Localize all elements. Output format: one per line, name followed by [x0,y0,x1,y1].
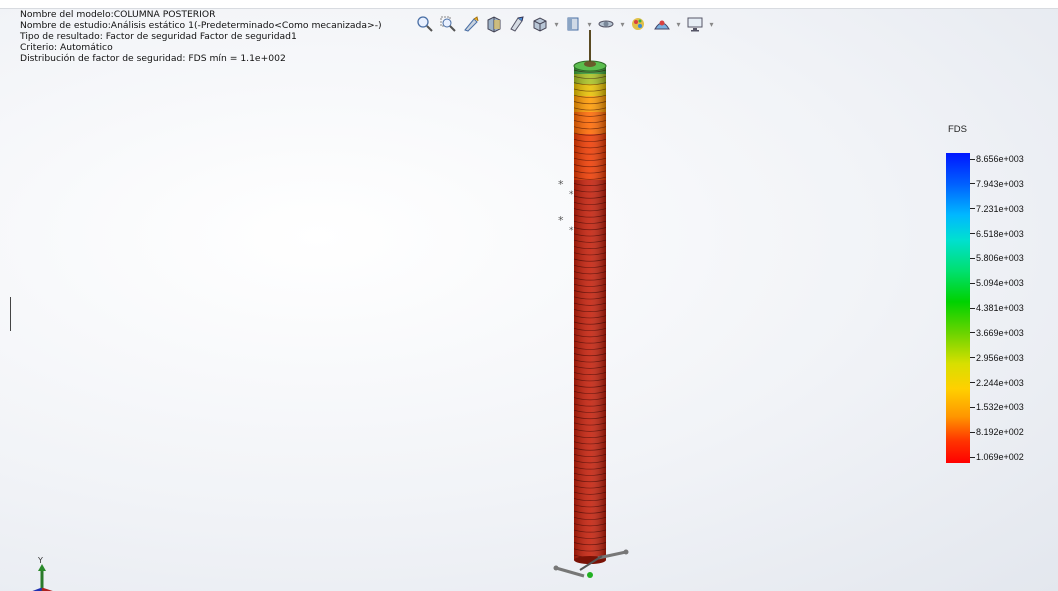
graphics-area-edge-marker [10,297,11,331]
legend-tick: 6.518e+003 [970,228,1024,240]
result-type-text: Tipo de resultado: Factor de seguridad F… [20,31,297,42]
legend-tick-mark [970,431,975,433]
model-name-text: Nombre del modelo:COLUMNA POSTERIOR [20,9,216,20]
triad-y-arrow-icon [38,564,46,571]
sensor-marker-icon: * [558,178,564,191]
reference-triad: Y [32,556,53,591]
legend-ticks: 8.656e+003 7.943e+003 7.231e+003 6.518e+003… [970,153,1056,463]
legend-tick: 4.381e+003 [970,302,1024,314]
legend-tick-mark [970,257,975,259]
previous-view-icon [464,16,479,32]
view-orientation-button[interactable] [507,14,527,34]
legend-tick-label: 5.094e+003 [976,278,1024,289]
zoom-to-area-icon [440,16,456,32]
legend-tick: 8.192e+002 [970,426,1024,438]
zoom-to-fit-button[interactable] [415,14,435,34]
legend-tick-mark [970,233,975,234]
legend-tick: 1.069e+002 [970,451,1024,463]
monitor-icon [687,17,703,32]
view-settings-button[interactable] [652,14,672,34]
fos-legend: FDS 8.656e+003 7.943e+003 7.231e+003 6.518e… [946,120,1056,463]
scene-dropdown-caret[interactable]: ▾ [675,14,682,34]
study-name-text: Nombre de estudio:Análisis estático 1(-P… [20,20,382,31]
legend-tick-label: 8.192e+002 [976,427,1024,438]
sensor-marker-icon: * [569,226,574,236]
triad-y-label: Y [37,556,43,565]
legend-tick-mark [970,307,975,309]
legend-tick: 3.669e+003 [970,327,1024,339]
criterion-text: Criterio: Automático [20,42,113,53]
legend-tick-label: 8.656e+003 [976,154,1024,164]
legend-tick: 2.244e+003 [970,377,1024,389]
view-settings-dropdown-caret[interactable]: ▾ [708,14,715,34]
graphics-top-border [0,0,1058,9]
legend-tick: 7.231e+003 [970,203,1024,215]
legend-title: FDS [948,124,967,135]
previous-view-button[interactable] [461,14,481,34]
legend-tick-label: 6.518e+003 [976,228,1024,239]
sensor-marker-icon: * [569,190,574,200]
view-orientation-icon [510,16,524,32]
zoom-to-fit-icon [417,16,433,32]
view-settings-icon [654,20,670,30]
legend-tick-label: 1.069e+002 [976,452,1024,462]
distribution-text: Distribución de factor de seguridad: FDS… [20,53,286,64]
legend-tick-mark [970,282,975,284]
legend-tick-label: 4.381e+003 [976,303,1024,313]
legend-tick-label: 1.532e+003 [976,402,1024,413]
legend-tick-mark [970,158,975,160]
legend-tick-mark [970,406,975,408]
display-monitor-button[interactable] [685,14,705,34]
legend-tick-mark [970,183,975,185]
legend-tick-label: 5.806e+003 [976,253,1024,264]
legend-tick-mark [970,208,975,210]
legend-tick: 8.656e+003 [970,153,1024,165]
legend-tick: 7.943e+003 [970,178,1024,190]
section-view-button[interactable] [484,14,504,34]
sensor-marker-icon: * [558,214,564,227]
legend-tick-mark [970,456,975,458]
legend-tick-mark [970,332,975,334]
legend-tick: 5.806e+003 [970,252,1024,264]
legend-tick: 1.532e+003 [970,401,1024,413]
column-model[interactable]: * * * * [540,30,640,590]
legend-tick-label: 7.231e+003 [976,203,1024,214]
study-info-panel: Nombre del modelo:COLUMNA POSTERIOR Nomb… [20,9,382,64]
legend-color-bar [946,153,970,463]
legend-tick: 2.956e+003 [970,352,1024,364]
legend-tick: 5.094e+003 [970,277,1024,289]
legend-tick-label: 2.244e+003 [976,377,1024,388]
legend-tick-label: 7.943e+003 [976,178,1024,189]
legend-tick-label: 3.669e+003 [976,327,1024,338]
section-view-icon [487,16,501,33]
legend-tick-label: 2.956e+003 [976,352,1024,363]
legend-tick-mark [970,357,975,359]
zoom-to-area-button[interactable] [438,14,458,34]
legend-tick-mark [970,382,975,383]
